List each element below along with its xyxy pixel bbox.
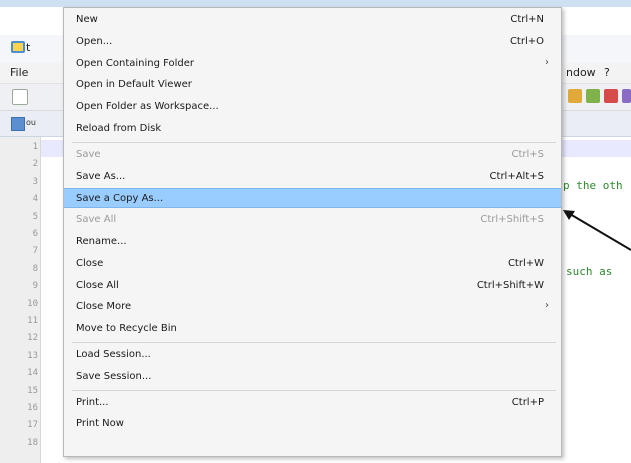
annotation-arrow [563, 210, 631, 251]
